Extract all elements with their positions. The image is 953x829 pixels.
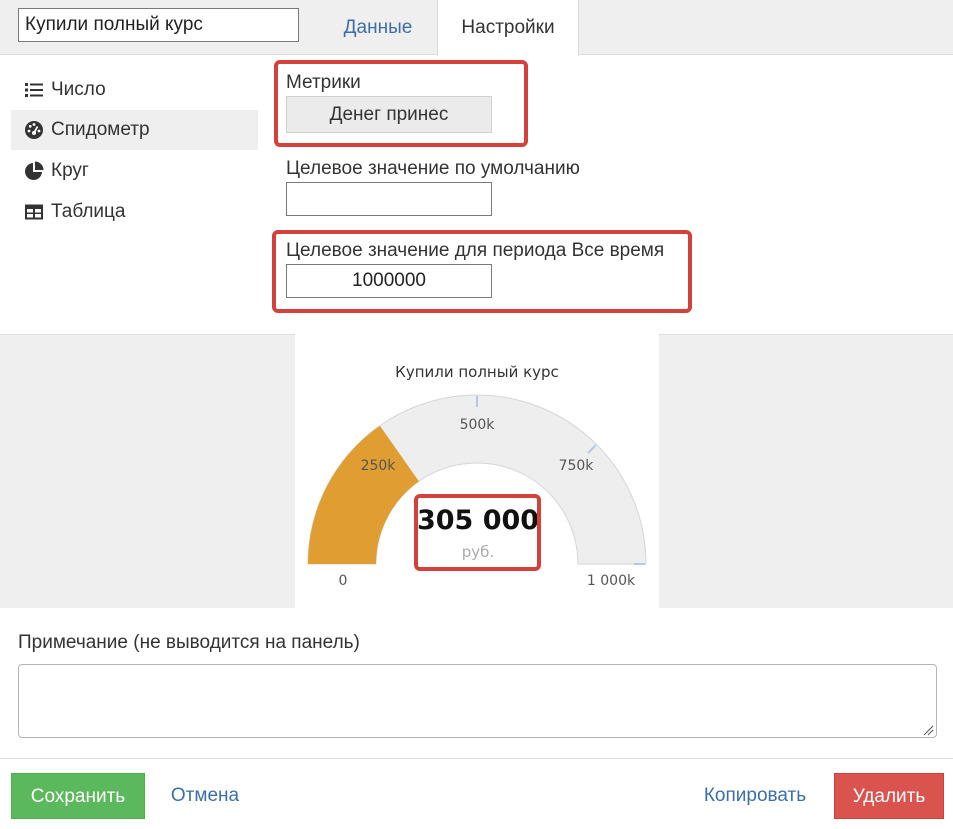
gauge-min-label: 0 [339, 573, 348, 589]
gauge-tick-label: 750k [559, 458, 595, 474]
copy-button[interactable]: Копировать [690, 773, 820, 819]
default-target-input[interactable] [286, 182, 492, 216]
widget-type-label: Таблица [51, 201, 126, 222]
widget-type-pie[interactable]: Круг [11, 151, 258, 191]
gauge-preview-card: Купили полный курс 250k 500k 750k 0 1 00… [295, 334, 659, 608]
widget-title-input[interactable] [18, 8, 299, 42]
gauge-title: Купили полный курс [395, 363, 559, 381]
delete-button[interactable]: Удалить [834, 773, 944, 819]
widget-type-label: Круг [51, 160, 89, 181]
widget-editor-header: Данные Настройки [0, 0, 953, 56]
cancel-button[interactable]: Отмена [158, 773, 252, 819]
speedometer-icon [25, 121, 43, 139]
note-label: Примечание (не выводится на панель) [18, 632, 360, 653]
gauge-chart: Купили полный курс 250k 500k 750k 0 1 00… [307, 363, 647, 589]
default-target-label: Целевое значение по умолчанию [286, 158, 580, 179]
tab-data[interactable]: Данные [322, 0, 434, 55]
widget-type-label: Спидометр [51, 119, 150, 140]
pie-chart-icon [25, 161, 44, 180]
widget-type-label: Число [51, 79, 106, 100]
save-button[interactable]: Сохранить [11, 773, 145, 819]
widget-type-table[interactable]: Таблица [11, 192, 258, 232]
gauge-max-label: 1 000k [587, 573, 636, 589]
gauge-tick-label: 500k [460, 417, 496, 433]
gauge-unit: руб. [462, 543, 494, 561]
table-icon [25, 204, 43, 220]
highlight-box-period-target [272, 230, 692, 313]
widget-type-number[interactable]: Число [11, 70, 258, 110]
highlight-box-metrics [274, 60, 528, 147]
list-icon [25, 83, 43, 97]
widget-type-speedometer[interactable]: Спидометр [11, 110, 258, 150]
note-textarea[interactable] [18, 664, 937, 738]
gauge-tick-label: 250k [361, 458, 397, 474]
gauge-value: 305 000 [417, 505, 539, 536]
resize-grip-icon[interactable] [922, 724, 934, 736]
tab-settings[interactable]: Настройки [437, 0, 579, 56]
